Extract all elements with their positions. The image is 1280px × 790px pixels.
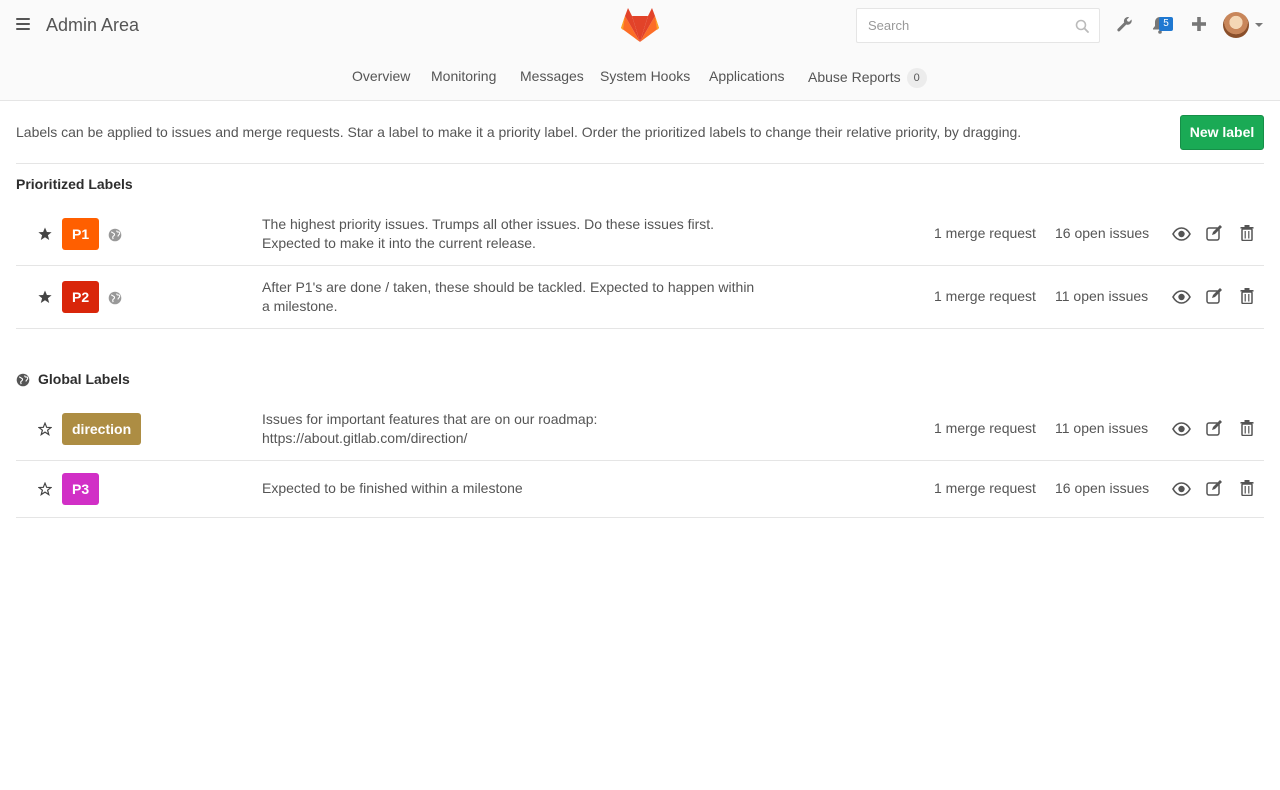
label-badge[interactable]: P1: [62, 218, 100, 250]
label-description-line: Issues for important features that are o…: [262, 411, 598, 427]
star-filled-icon[interactable]: [38, 227, 52, 241]
label-description-line: https://about.gitlab.com/direction/: [262, 430, 468, 446]
trash-icon[interactable]: [1240, 420, 1254, 436]
search-box[interactable]: [856, 8, 1100, 43]
label-badge[interactable]: P2: [62, 281, 100, 313]
label-description-line: Expected to make it into the current rel…: [262, 235, 536, 251]
eye-icon[interactable]: [1172, 290, 1191, 304]
divider: [16, 517, 1264, 518]
page-title: Admin Area: [46, 15, 140, 35]
merge-requests-link[interactable]: 1 merge request: [934, 225, 1036, 241]
label-row: P2 After P1's are done / taken, these sh…: [16, 266, 1264, 328]
tab-abuse-reports[interactable]: Abuse Reports 0: [808, 68, 927, 88]
trash-icon[interactable]: [1240, 288, 1254, 304]
top-navbar: Admin Area 5: [0, 0, 1280, 50]
eye-icon[interactable]: [1172, 482, 1191, 496]
divider: [16, 163, 1264, 164]
edit-icon[interactable]: [1206, 225, 1223, 241]
label-description-line: After P1's are done / taken, these shoul…: [262, 279, 755, 295]
globe-icon: [16, 373, 30, 387]
tab-applications[interactable]: Applications: [709, 68, 785, 84]
label-row: direction Issues for important features …: [16, 400, 1264, 460]
eye-icon[interactable]: [1172, 227, 1191, 241]
edit-icon[interactable]: [1206, 420, 1223, 436]
open-issues-link[interactable]: 11 open issues: [1055, 420, 1148, 436]
tab-system-hooks[interactable]: System Hooks: [600, 68, 690, 84]
caret-down-icon[interactable]: [1255, 23, 1263, 27]
globe-icon: [108, 291, 122, 305]
label-description-line: The highest priority issues. Trumps all …: [262, 216, 715, 232]
plus-icon[interactable]: [1191, 16, 1207, 32]
merge-requests-link[interactable]: 1 merge request: [934, 480, 1036, 496]
tab-messages[interactable]: Messages: [520, 68, 584, 84]
star-outline-icon[interactable]: [38, 482, 52, 496]
open-issues-link[interactable]: 16 open issues: [1055, 225, 1149, 241]
star-outline-icon[interactable]: [38, 422, 52, 436]
search-input[interactable]: [857, 9, 1067, 42]
open-issues-link[interactable]: 11 open issues: [1055, 288, 1148, 304]
trash-icon[interactable]: [1240, 225, 1254, 241]
open-issues-link[interactable]: 16 open issues: [1055, 480, 1149, 496]
label-badge[interactable]: P3: [62, 473, 100, 505]
edit-icon[interactable]: [1206, 288, 1223, 304]
eye-icon[interactable]: [1172, 422, 1191, 436]
star-filled-icon[interactable]: [38, 290, 52, 304]
tab-monitoring[interactable]: Monitoring: [431, 68, 496, 84]
todos-count-badge: 5: [1159, 17, 1173, 31]
global-labels-heading: Global Labels: [38, 371, 130, 387]
globe-icon: [108, 228, 122, 242]
tab-abuse-reports-label: Abuse Reports: [808, 69, 901, 85]
divider: [16, 328, 1264, 329]
search-icon: [1075, 19, 1089, 33]
trash-icon[interactable]: [1240, 480, 1254, 496]
admin-subnav: Overview Monitoring Messages System Hook…: [0, 50, 1280, 101]
edit-icon[interactable]: [1206, 480, 1223, 496]
new-label-button[interactable]: New label: [1180, 115, 1264, 150]
tab-overview[interactable]: Overview: [352, 68, 410, 84]
labels-help-text: Labels can be applied to issues and merg…: [16, 124, 1022, 140]
prioritized-labels-heading: Prioritized Labels: [16, 176, 133, 192]
label-description-line: a milestone.: [262, 298, 338, 314]
label-description-line: Expected to be finished within a milesto…: [262, 480, 523, 496]
wrench-icon[interactable]: [1116, 16, 1134, 34]
gitlab-logo[interactable]: [621, 8, 659, 42]
label-row: P1 The highest priority issues. Trumps a…: [16, 206, 1264, 266]
merge-requests-link[interactable]: 1 merge request: [934, 420, 1036, 436]
merge-requests-link[interactable]: 1 merge request: [934, 288, 1036, 304]
abuse-reports-count: 0: [906, 68, 927, 88]
hamburger-icon[interactable]: [16, 18, 30, 30]
label-row: P3 Expected to be finished within a mile…: [16, 461, 1264, 517]
avatar[interactable]: [1223, 12, 1249, 38]
label-badge[interactable]: direction: [62, 413, 142, 445]
